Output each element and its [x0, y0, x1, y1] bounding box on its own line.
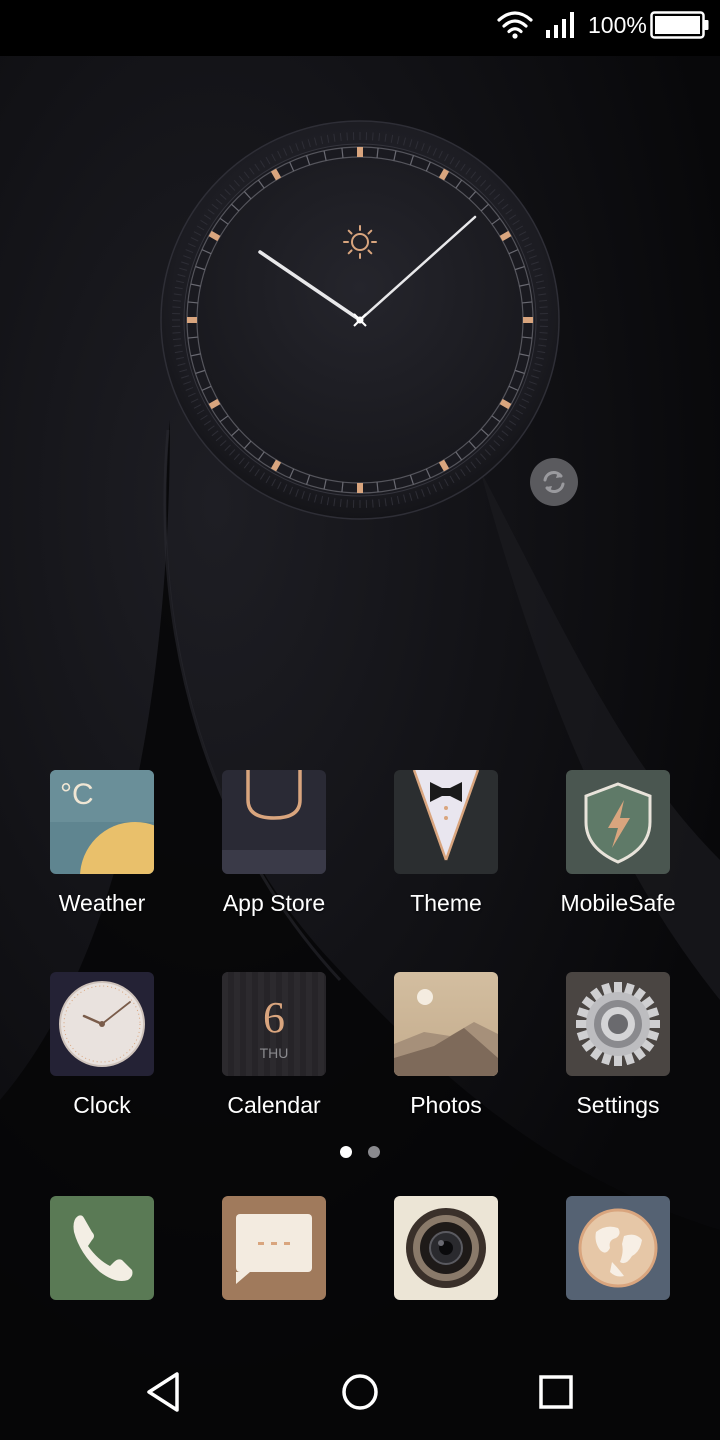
app-label: MobileSafe	[560, 890, 676, 916]
shield-icon	[566, 770, 670, 874]
app-theme[interactable]: Theme	[360, 770, 532, 917]
battery-percentage: 100%	[588, 12, 647, 38]
phone-icon	[50, 1196, 154, 1300]
landscape-icon	[394, 972, 498, 1076]
back-triangle-icon[interactable]	[137, 1366, 193, 1418]
wifi-icon	[497, 11, 533, 39]
calendar-day-name: THU	[259, 1045, 289, 1061]
app-label: Calendar	[227, 1092, 321, 1118]
dock-camera[interactable]	[360, 1196, 532, 1300]
tuxedo-icon	[394, 770, 498, 874]
cellular-signal-icon	[546, 12, 574, 38]
app-label: Settings	[576, 1092, 660, 1118]
weather-unit: °C	[60, 778, 94, 811]
app-clock[interactable]: Clock	[16, 972, 188, 1119]
app-label: App Store	[222, 890, 326, 916]
app-label: Photos	[410, 1092, 482, 1118]
page-dot[interactable]	[368, 1146, 380, 1158]
status-bar: 100%	[0, 0, 720, 56]
app-settings[interactable]: Settings	[532, 972, 704, 1119]
refresh-icon	[543, 471, 565, 493]
app-app-store[interactable]: App Store	[188, 770, 360, 917]
clock-icon	[50, 972, 154, 1076]
app-label: Weather	[58, 890, 146, 916]
dock-browser[interactable]	[532, 1196, 704, 1300]
gear-icon	[566, 972, 670, 1076]
battery-icon	[650, 11, 709, 39]
app-label: Clock	[73, 1092, 131, 1118]
home-circle-icon[interactable]	[332, 1366, 388, 1418]
messages-icon	[222, 1196, 326, 1300]
weather-icon: °C	[50, 770, 154, 874]
app-photos[interactable]: Photos	[360, 972, 532, 1119]
dock-messages[interactable]	[188, 1196, 360, 1300]
app-weather[interactable]: °C Weather	[16, 770, 188, 917]
analog-clock-widget[interactable]	[160, 120, 560, 520]
recents-square-icon[interactable]	[528, 1366, 584, 1418]
app-mobilesafe[interactable]: MobileSafe	[532, 770, 704, 917]
calendar-icon: 6 THU	[222, 972, 326, 1076]
browser-globe-icon	[566, 1196, 670, 1300]
clock-refresh-button[interactable]	[530, 458, 578, 506]
page-dot-active[interactable]	[340, 1146, 352, 1158]
app-calendar[interactable]: 6 THU Calendar	[188, 972, 360, 1119]
app-label: Theme	[410, 890, 482, 916]
calendar-day-number: 6	[263, 993, 285, 1042]
camera-icon	[394, 1196, 498, 1300]
page-indicator	[340, 1146, 380, 1158]
dock-phone[interactable]	[16, 1196, 188, 1300]
shopping-bag-icon	[222, 770, 326, 874]
navigation-bar	[0, 1340, 720, 1440]
